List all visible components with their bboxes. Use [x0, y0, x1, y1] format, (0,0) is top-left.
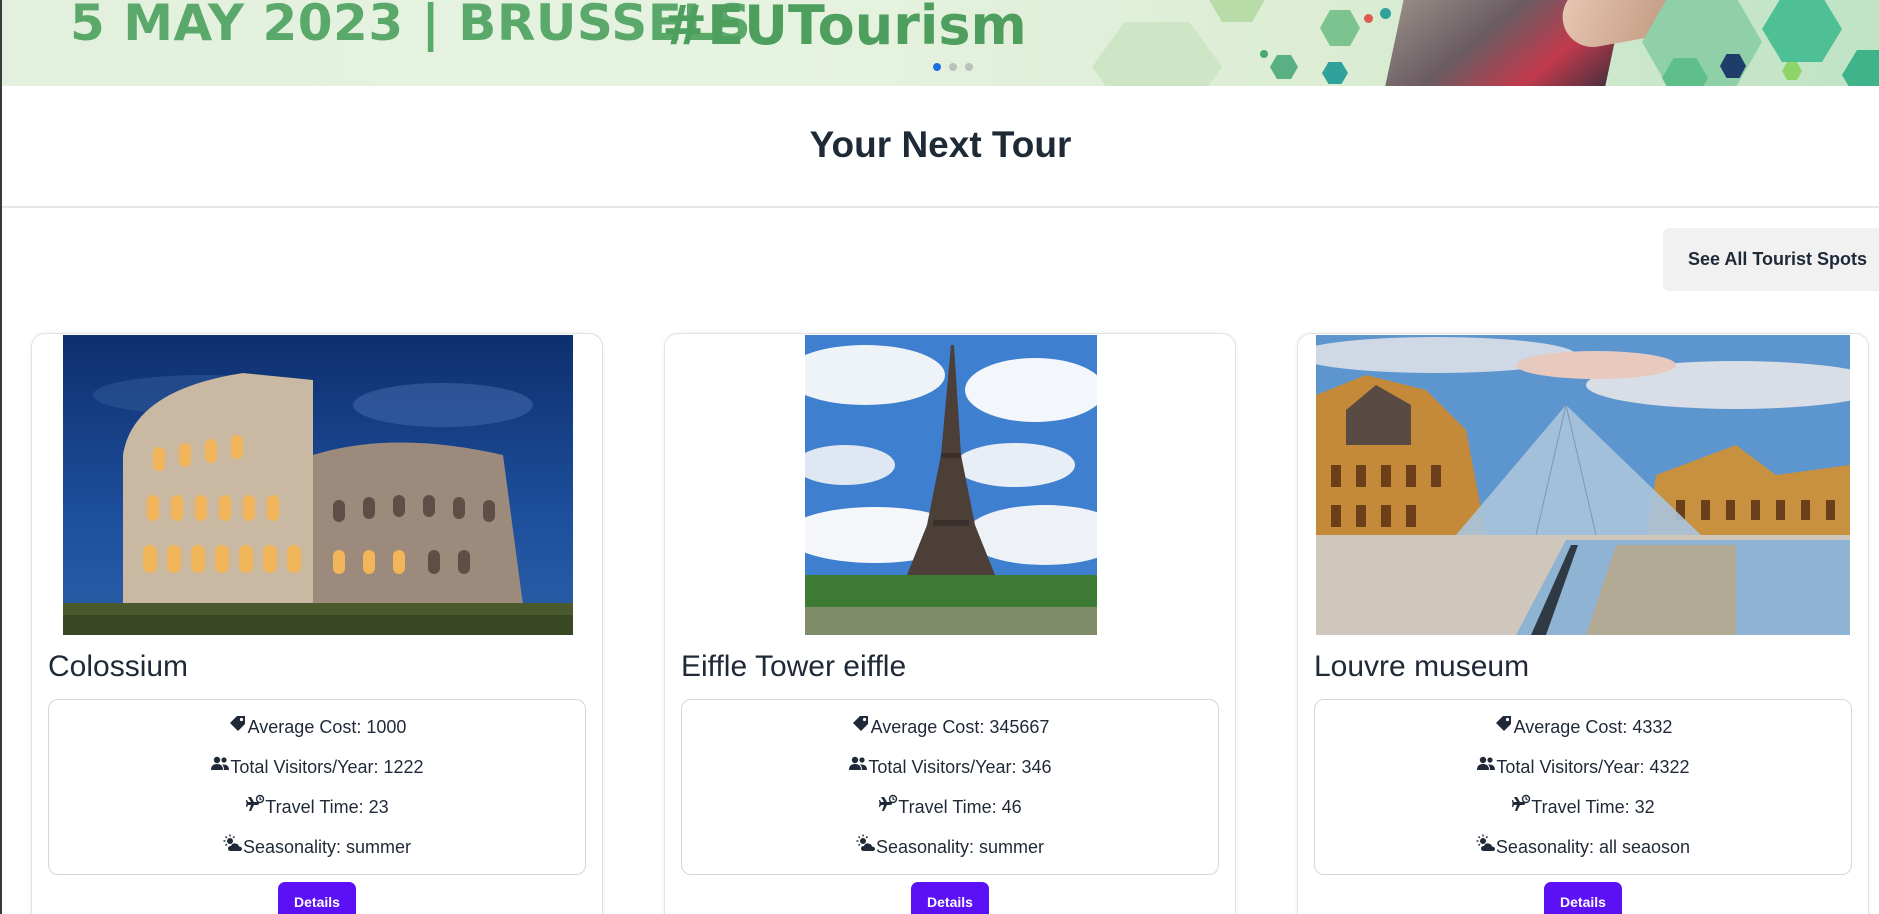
users-icon — [1476, 754, 1496, 772]
average-cost-row: Average Cost: 1000 — [49, 714, 585, 738]
section-title: Your Next Tour — [809, 124, 1072, 165]
total-visitors-row: Total Visitors/Year: 1222 — [49, 754, 585, 778]
average-cost-value: 1000 — [366, 717, 407, 737]
carousel-indicator-2[interactable] — [949, 63, 957, 71]
banner-hexagon — [1207, 0, 1267, 22]
tour-stats-box: Average Cost: 4332 Total Visitors/Year: … — [1314, 699, 1852, 875]
see-all-tourist-spots-button[interactable]: See All Tourist Spots — [1663, 228, 1879, 291]
sun-cloud-icon — [1476, 834, 1496, 852]
total-visitors-value: 346 — [1021, 757, 1052, 777]
total-visitors-row: Total Visitors/Year: 4322 — [1315, 754, 1851, 778]
banner-hexagon — [1322, 62, 1348, 84]
travel-time-row: Travel Time: 46 — [682, 794, 1218, 818]
louvre-museum-image — [1316, 335, 1850, 635]
seasonality-label: Seasonality: — [875, 837, 980, 857]
carousel-indicator-3[interactable] — [965, 63, 973, 71]
travel-time-value: 32 — [1634, 797, 1655, 817]
average-cost-value: 4332 — [1632, 717, 1673, 737]
travel-time-label: Travel Time: — [1531, 797, 1635, 817]
seasonality-value: summer — [346, 837, 412, 857]
tour-card: Eiffle Tower eiffle Average Cost: 345667… — [664, 333, 1236, 914]
plane-clock-icon — [1511, 794, 1531, 812]
seasonality-row: Seasonality: all seaoson — [1315, 834, 1851, 858]
banner-hashtag: #EUTourism — [662, 0, 1027, 57]
total-visitors-label: Total Visitors/Year: — [230, 757, 384, 777]
banner-hexagon — [1782, 62, 1802, 80]
tour-card: Colossium Average Cost: 1000 Total Visit… — [31, 333, 603, 914]
users-icon — [210, 754, 230, 772]
travel-time-row: Travel Time: 23 — [49, 794, 585, 818]
average-cost-label: Average Cost: — [247, 717, 367, 737]
details-button[interactable]: Details — [911, 882, 989, 914]
travel-time-value: 23 — [368, 797, 389, 817]
tour-card: Louvre museum Average Cost: 4332 Total V… — [1297, 333, 1869, 914]
banner-hexagon — [1762, 0, 1842, 62]
tag-icon — [228, 714, 248, 732]
seasonality-row: Seasonality: summer — [49, 834, 585, 858]
hero-banner-carousel[interactable]: 5 MAY 2023 | BRUSSELS #EUTourism — [2, 0, 1879, 86]
tag-icon — [1494, 714, 1514, 732]
average-cost-label: Average Cost: — [870, 717, 990, 737]
seasonality-value: all seaoson — [1598, 837, 1691, 857]
colosseum-image — [63, 335, 573, 635]
seasonality-row: Seasonality: summer — [682, 834, 1218, 858]
carousel-indicator-1[interactable] — [933, 63, 941, 71]
tour-card-title: Louvre museum — [1314, 650, 1530, 683]
average-cost-row: Average Cost: 345667 — [682, 714, 1218, 738]
banner-dot — [1260, 50, 1268, 58]
sun-cloud-icon — [856, 834, 876, 852]
tag-icon — [851, 714, 871, 732]
carousel-indicators — [933, 63, 973, 71]
average-cost-value: 345667 — [989, 717, 1050, 737]
travel-time-label: Travel Time: — [898, 797, 1002, 817]
average-cost-row: Average Cost: 4332 — [1315, 714, 1851, 738]
tour-card-title: Eiffle Tower eiffle — [681, 650, 907, 683]
travel-time-value: 46 — [1001, 797, 1022, 817]
total-visitors-label: Total Visitors/Year: — [1496, 757, 1650, 777]
banner-hexagon — [1092, 22, 1222, 86]
plane-clock-icon — [878, 794, 898, 812]
banner-dot — [1364, 14, 1373, 23]
total-visitors-label: Total Visitors/Year: — [868, 757, 1022, 777]
banner-date-city: 5 MAY 2023 | BRUSSELS — [70, 0, 752, 52]
seasonality-value: summer — [979, 837, 1045, 857]
details-button[interactable]: Details — [278, 882, 356, 914]
sun-cloud-icon — [223, 834, 243, 852]
seasonality-label: Seasonality: — [242, 837, 347, 857]
tour-stats-box: Average Cost: 1000 Total Visitors/Year: … — [48, 699, 586, 875]
eiffel-tower-image — [805, 335, 1097, 635]
travel-time-label: Travel Time: — [265, 797, 369, 817]
seasonality-label: Seasonality: — [1495, 837, 1599, 857]
banner-dot — [1380, 8, 1391, 19]
total-visitors-row: Total Visitors/Year: 346 — [682, 754, 1218, 778]
total-visitors-value: 4322 — [1649, 757, 1690, 777]
users-icon — [848, 754, 868, 772]
travel-time-row: Travel Time: 32 — [1315, 794, 1851, 818]
banner-hexagon — [1842, 50, 1879, 86]
total-visitors-value: 1222 — [383, 757, 424, 777]
tour-card-title: Colossium — [48, 650, 189, 683]
plane-clock-icon — [245, 794, 265, 812]
section-divider — [2, 206, 1879, 208]
banner-hexagon — [1320, 10, 1360, 46]
details-button[interactable]: Details — [1544, 882, 1622, 914]
banner-hexagon — [1270, 55, 1298, 79]
tour-stats-box: Average Cost: 345667 Total Visitors/Year… — [681, 699, 1219, 875]
average-cost-label: Average Cost: — [1513, 717, 1633, 737]
